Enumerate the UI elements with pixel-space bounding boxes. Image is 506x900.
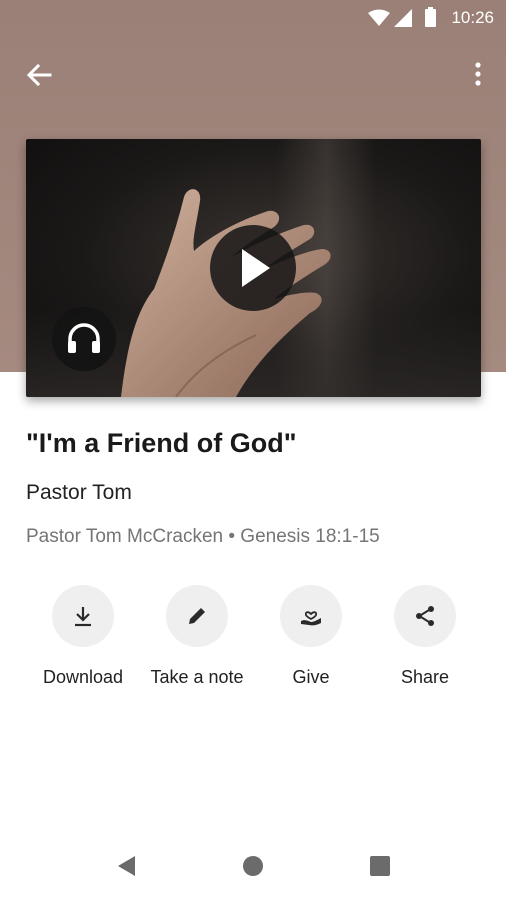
- sermon-video-thumbnail[interactable]: [26, 139, 481, 397]
- give-button[interactable]: [280, 585, 342, 647]
- more-options-button[interactable]: [466, 58, 490, 92]
- download-icon: [75, 607, 91, 627]
- give-label: Give: [292, 667, 330, 687]
- nav-recent-icon[interactable]: [370, 856, 390, 876]
- take-note-label: Take a note: [150, 667, 244, 687]
- sermon-meta: Pastor Tom McCracken • Genesis 18:1-15: [26, 526, 380, 547]
- share-label: Share: [400, 667, 450, 687]
- more-vertical-icon: [475, 62, 481, 86]
- sermon-speaker: Pastor Tom: [26, 481, 132, 504]
- audio-only-button[interactable]: [52, 307, 116, 371]
- system-nav-bar: [0, 830, 506, 900]
- battery-icon: [425, 7, 436, 27]
- back-button[interactable]: [22, 58, 56, 92]
- take-note-action[interactable]: Take a note: [137, 585, 257, 688]
- share-icon: [416, 606, 434, 626]
- download-action[interactable]: Download: [23, 585, 143, 688]
- status-bar: 10:26: [0, 0, 506, 36]
- cellular-signal-icon: [394, 9, 412, 27]
- status-time: 10:26: [451, 8, 494, 27]
- play-icon: [242, 249, 270, 287]
- download-label: Download: [42, 667, 124, 687]
- sermon-title: "I'm a Friend of God": [26, 428, 297, 458]
- give-action[interactable]: Give: [251, 585, 371, 688]
- nav-back-icon[interactable]: [115, 854, 137, 878]
- share-button[interactable]: [394, 585, 456, 647]
- arrow-left-icon: [26, 63, 52, 87]
- share-action[interactable]: Share: [365, 585, 485, 688]
- take-note-button[interactable]: [166, 585, 228, 647]
- download-button[interactable]: [52, 585, 114, 647]
- nav-home-icon[interactable]: [243, 856, 263, 876]
- play-button[interactable]: [210, 225, 296, 311]
- action-row: Download Take a note Give Share: [0, 585, 506, 695]
- pencil-icon: [189, 608, 205, 624]
- give-heart-hand-icon: [301, 611, 321, 626]
- wifi-icon: [368, 9, 390, 26]
- headphones-icon: [68, 323, 100, 353]
